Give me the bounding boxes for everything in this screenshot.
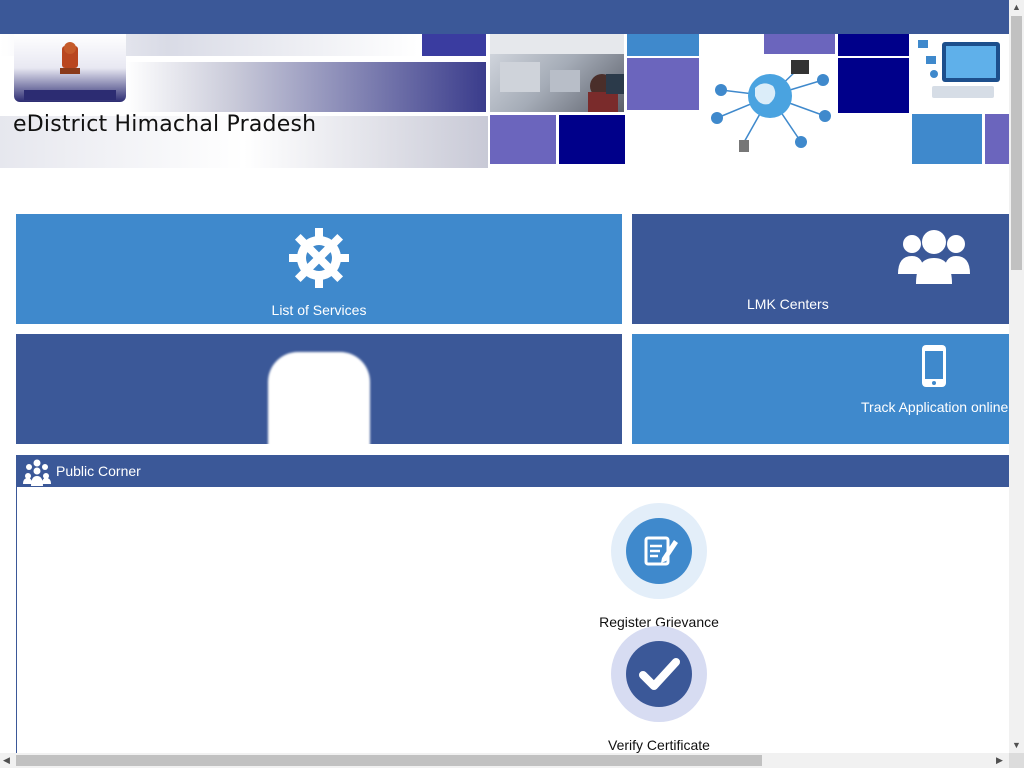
horizontal-scroll-thumb[interactable] <box>16 755 762 766</box>
banner-stripe <box>126 62 486 112</box>
vertical-scrollbar[interactable]: ▲ ▼ <box>1009 0 1024 753</box>
checkmark-icon <box>639 658 680 690</box>
services-tile-3[interactable] <box>16 334 622 444</box>
users-group-icon <box>898 230 970 284</box>
horizontal-scrollbar[interactable]: ◀ ▶ <box>0 753 1009 768</box>
public-corner-panel: Public Corner Register Grievance Verify … <box>16 455 1010 755</box>
tile-label: List of Services <box>271 302 367 318</box>
scroll-down-icon[interactable]: ▼ <box>1012 740 1021 750</box>
tile-label: LMK Centers <box>747 296 829 312</box>
list-of-services-tile[interactable]: List of Services <box>16 214 622 324</box>
scrollbar-corner <box>1009 753 1024 768</box>
computer-icons-image <box>912 34 1009 104</box>
ashoka-emblem-icon <box>60 42 80 74</box>
verify-certificate-label: Verify Certificate <box>608 737 710 753</box>
mobile-phone-icon <box>922 345 946 387</box>
gear-wrench-icon <box>289 228 349 288</box>
track-application-tile[interactable]: Track Application online <box>632 334 1009 444</box>
public-corner-header: Public Corner <box>17 455 1010 487</box>
register-grievance-item[interactable]: Register Grievance <box>587 503 731 630</box>
top-bar <box>0 0 1009 34</box>
office-photo <box>490 34 624 112</box>
verify-certificate-item[interactable]: Verify Certificate <box>587 626 731 753</box>
network-globe-image <box>703 56 838 164</box>
scroll-left-icon[interactable]: ◀ <box>3 755 10 766</box>
state-emblem-logo <box>14 34 126 102</box>
vertical-scroll-thumb[interactable] <box>1011 16 1022 270</box>
banner-block <box>422 34 486 56</box>
people-circle-icon <box>23 459 51 486</box>
scroll-up-icon[interactable]: ▲ <box>1012 2 1021 12</box>
site-title[interactable]: eDistrict Himachal Pradesh <box>13 112 316 137</box>
tile-label: Track Application online <box>861 399 1009 415</box>
edit-document-icon <box>644 536 678 566</box>
mobile-icon <box>268 352 370 444</box>
scroll-right-icon[interactable]: ▶ <box>996 755 1003 766</box>
header-banner: eDistrict Himachal Pradesh <box>0 34 1009 168</box>
public-corner-title: Public Corner <box>56 463 141 479</box>
lmk-centers-tile[interactable]: LMK Centers <box>632 214 1009 324</box>
